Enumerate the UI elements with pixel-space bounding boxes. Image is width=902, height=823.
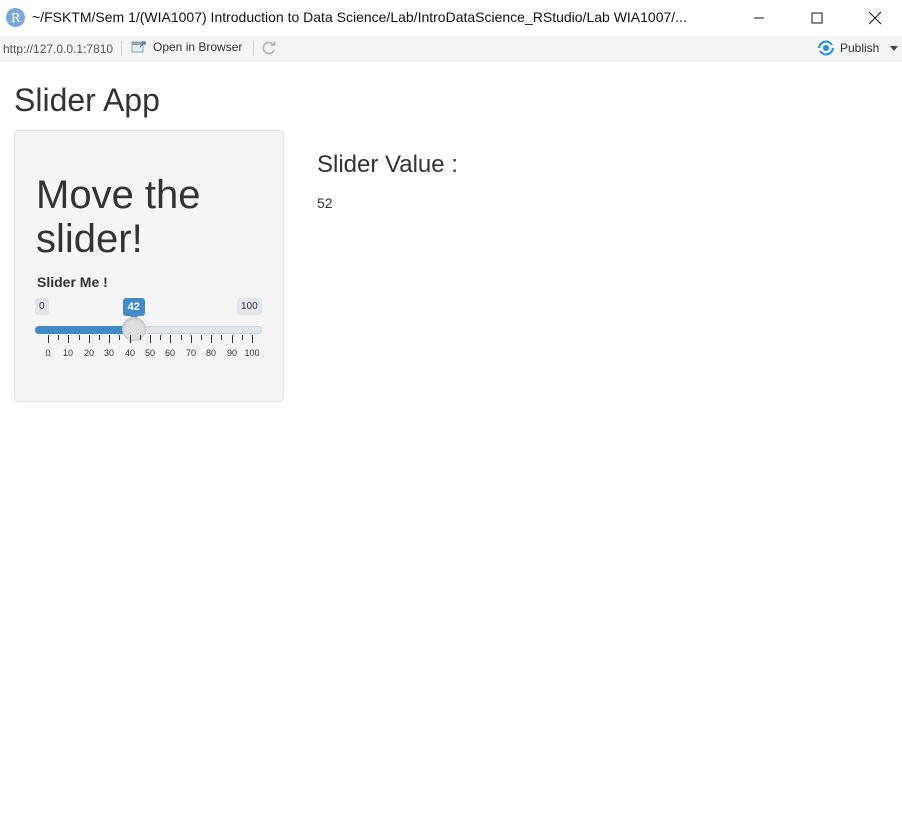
slider-major-tick bbox=[48, 335, 49, 343]
open-in-browser-icon bbox=[131, 41, 146, 53]
open-in-browser-label: Open in Browser bbox=[153, 40, 243, 54]
sidebar-panel: Move the slider! Slider Me ! 0 100 42 01… bbox=[14, 130, 284, 402]
slider-tick-label: 80 bbox=[205, 348, 217, 358]
slider-tick-label: 100 bbox=[244, 348, 260, 358]
slider-tick-label: 10 bbox=[62, 348, 74, 358]
publish-button[interactable]: Publish bbox=[817, 40, 879, 56]
open-in-browser-button[interactable]: Open in Browser bbox=[131, 40, 242, 54]
slider-minor-tick bbox=[119, 335, 120, 340]
maximize-icon bbox=[811, 12, 823, 24]
slider-tick-label: 60 bbox=[164, 348, 176, 358]
slider-tick-label: 90 bbox=[226, 348, 238, 358]
slider-minor-tick bbox=[160, 335, 161, 340]
app-title: Slider App bbox=[14, 82, 160, 118]
r-logo-icon: R bbox=[6, 8, 25, 27]
publish-icon bbox=[818, 40, 834, 56]
slider-minor-tick bbox=[221, 335, 222, 340]
window-title: ~/FSKTM/Sem 1/(WIA1007) Introduction to … bbox=[32, 9, 687, 25]
publish-label: Publish bbox=[840, 41, 880, 55]
slider-major-tick bbox=[211, 335, 212, 343]
slider-minor-tick bbox=[181, 335, 182, 340]
slider-major-tick bbox=[191, 335, 192, 343]
slider-tick-label: 40 bbox=[124, 348, 136, 358]
slider-minor-tick bbox=[99, 335, 100, 340]
slider-tick-label: 0 bbox=[45, 348, 51, 358]
slider-major-tick bbox=[232, 335, 233, 343]
slider-minor-tick bbox=[201, 335, 202, 340]
slider-tick-label: 50 bbox=[144, 348, 156, 358]
slider-major-tick bbox=[150, 335, 151, 343]
minimize-button[interactable] bbox=[736, 0, 782, 36]
slider-major-tick bbox=[68, 335, 69, 343]
toolbar-divider bbox=[253, 41, 254, 56]
close-icon bbox=[868, 11, 882, 25]
maximize-button[interactable] bbox=[794, 0, 840, 36]
window-title-bar: R ~/FSKTM/Sem 1/(WIA1007) Introduction t… bbox=[0, 0, 902, 36]
slider-minor-tick bbox=[140, 335, 141, 340]
publish-dropdown-icon[interactable] bbox=[890, 46, 898, 51]
slider-major-tick bbox=[130, 335, 131, 343]
refresh-button[interactable] bbox=[261, 40, 277, 59]
close-button[interactable] bbox=[852, 0, 898, 36]
slider-minor-tick bbox=[242, 335, 243, 340]
slider-tick-label: 30 bbox=[103, 348, 115, 358]
slider-grid: 0 10 20 30 40 50 60 70 80 90 100 bbox=[15, 131, 285, 403]
slider-minor-tick bbox=[79, 335, 80, 340]
output-heading: Slider Value : bbox=[317, 151, 458, 178]
slider-major-tick bbox=[170, 335, 171, 343]
slider-minor-tick bbox=[58, 335, 59, 340]
refresh-icon bbox=[262, 41, 276, 55]
slider-tick-label: 70 bbox=[185, 348, 197, 358]
toolbar-divider bbox=[121, 41, 122, 56]
minimize-icon bbox=[754, 17, 764, 19]
url-field[interactable]: http://127.0.0.1:7810 bbox=[3, 42, 113, 56]
slider-major-tick bbox=[109, 335, 110, 343]
slider-tick-label: 20 bbox=[83, 348, 95, 358]
viewer-toolbar: http://127.0.0.1:7810 Open in Browser Pu… bbox=[0, 36, 902, 61]
slider-major-tick bbox=[89, 335, 90, 343]
slider-major-tick bbox=[252, 335, 253, 343]
output-value: 52 bbox=[317, 195, 333, 211]
